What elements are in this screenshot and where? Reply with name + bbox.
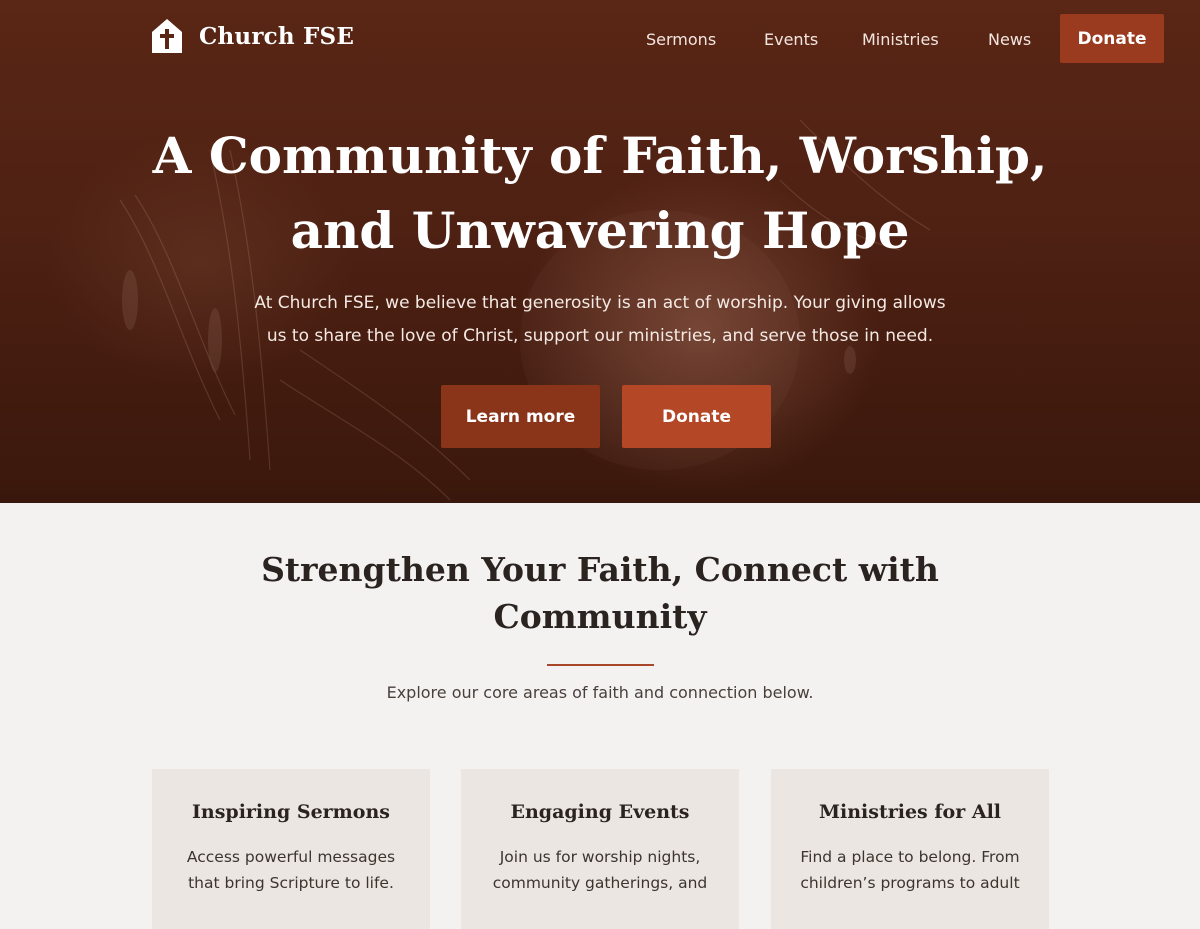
learn-more-button[interactable]: Learn more (441, 385, 600, 448)
nav-link-events[interactable]: Events (764, 30, 818, 49)
hero-title: A Community of Faith, Worship, and Unwav… (0, 118, 1200, 268)
brand-logo[interactable]: Church FSE (151, 18, 354, 54)
section-title-line-2: Community (493, 597, 707, 636)
card-text-line-2: community gatherings, and (492, 874, 708, 892)
top-navigation: Church FSE Sermons Events Ministries New… (0, 0, 1200, 78)
section-title: Strengthen Your Faith, Connect with Comm… (250, 546, 950, 640)
hero-section: Church FSE Sermons Events Ministries New… (0, 0, 1200, 503)
card-text: Join us for worship nights, community ga… (485, 844, 715, 896)
church-cross-icon (152, 19, 182, 53)
hero-donate-button[interactable]: Donate (622, 385, 771, 448)
card-text-line-2: children’s programs to adult (800, 874, 1020, 892)
hero-title-line-2: and Unwavering Hope (290, 201, 910, 260)
section-title-line-1: Strengthen Your Faith, Connect with (261, 550, 939, 589)
nav-donate-button[interactable]: Donate (1060, 14, 1164, 63)
nav-link-ministries[interactable]: Ministries (862, 30, 939, 49)
hero-title-line-1: A Community of Faith, Worship, (152, 126, 1048, 185)
nav-link-news[interactable]: News (988, 30, 1031, 49)
hero-description-line-1: At Church FSE, we believe that generosit… (254, 293, 946, 313)
card-text: Find a place to belong. From children’s … (795, 844, 1025, 896)
section-subtitle: Explore our core areas of faith and conn… (386, 683, 814, 702)
card-text-line-1: Join us for worship nights, (499, 848, 701, 866)
nav-link-sermons[interactable]: Sermons (646, 30, 716, 49)
card-title: Engaging Events (510, 801, 690, 823)
card-title: Inspiring Sermons (192, 801, 390, 823)
card-ministries: Ministries for All Find a place to belon… (771, 769, 1049, 929)
card-text-line-1: Find a place to belong. From (800, 848, 1020, 866)
card-title: Ministries for All (818, 801, 1002, 823)
features-section: Strengthen Your Faith, Connect with Comm… (0, 503, 1200, 929)
section-divider (547, 664, 654, 666)
card-events: Engaging Events Join us for worship nigh… (461, 769, 739, 929)
brand-name: Church FSE (199, 22, 355, 50)
hero-description: At Church FSE, we believe that generosit… (250, 287, 950, 353)
card-text-line-2: that bring Scripture to life. (188, 874, 394, 892)
card-sermons: Inspiring Sermons Access powerful messag… (152, 769, 430, 929)
hero-description-line-2: us to share the love of Christ, support … (266, 326, 934, 346)
card-text: Access powerful messages that bring Scri… (176, 844, 406, 896)
card-text-line-1: Access powerful messages (186, 848, 396, 866)
